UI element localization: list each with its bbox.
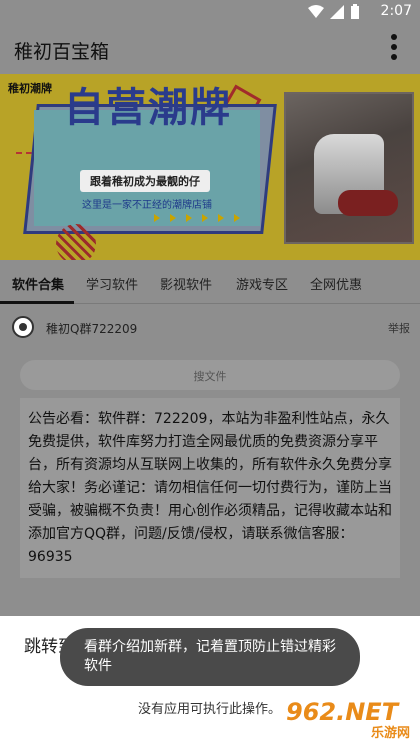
watermark-logo: 962.NET 乐游网 bbox=[280, 698, 412, 741]
banner-headline: 自营潮牌 bbox=[64, 85, 232, 131]
app-bar: 稚初百宝箱 bbox=[0, 24, 420, 74]
toast-message: 看群介绍加新群，记着置顶防止错过精彩软件 bbox=[60, 628, 360, 686]
tab-deals[interactable]: 全网优惠 bbox=[310, 274, 362, 293]
tab-video-software[interactable]: 影视软件 bbox=[160, 274, 212, 293]
sneaker-photo bbox=[284, 92, 414, 244]
more-vert-icon[interactable] bbox=[390, 34, 398, 64]
signal-icon bbox=[330, 5, 344, 19]
app-title: 稚初百宝箱 bbox=[14, 41, 110, 63]
no-app-message: 没有应用可执行此操作。 bbox=[138, 702, 282, 717]
status-time: 2:07 bbox=[380, 3, 412, 19]
search-placeholder: 搜文件 bbox=[193, 370, 227, 383]
banner-corner-label: 稚初潮牌 bbox=[8, 82, 52, 95]
avatar bbox=[12, 316, 34, 338]
tab-software-collection[interactable]: 软件合集 bbox=[12, 274, 64, 293]
announcement-card: 公告必看：软件群：722209，本站为非盈利性站点，永久免费提供，软件库努力打造… bbox=[20, 398, 400, 578]
banner-subline: 这里是一家不正经的潮牌店铺 bbox=[82, 200, 212, 211]
sneaker-sole bbox=[338, 190, 398, 216]
tab-learning-software[interactable]: 学习软件 bbox=[86, 274, 138, 293]
battery-icon bbox=[351, 4, 359, 19]
promo-banner[interactable]: 稚初潮牌 自营潮牌 跟着稚初成为最靓的仔 这里是一家不正经的潮牌店铺 bbox=[0, 74, 420, 260]
status-bar: 2:07 bbox=[0, 0, 420, 24]
tab-game-zone[interactable]: 游戏专区 bbox=[236, 274, 288, 293]
announcement-text: 公告必看：软件群：722209，本站为非盈利性站点，永久免费提供，软件库努力打造… bbox=[28, 411, 392, 565]
decor-stripes bbox=[56, 224, 96, 260]
status-icons bbox=[308, 4, 360, 20]
search-field[interactable]: 搜文件 bbox=[20, 360, 400, 390]
banner-arrows bbox=[154, 214, 240, 222]
toast-text: 看群介绍加新群，记着置顶防止错过精彩软件 bbox=[84, 639, 336, 674]
main-content: 稚初Q群722209 举报 搜文件 公告必看：软件群：722209，本站为非盈利… bbox=[0, 304, 420, 616]
watermark-sub: 乐游网 bbox=[370, 726, 410, 741]
category-tabs: 软件合集 学习软件 影视软件 游戏专区 全网优惠 bbox=[0, 260, 420, 304]
wifi-icon bbox=[308, 5, 324, 18]
group-row[interactable]: 稚初Q群722209 举报 bbox=[0, 312, 420, 342]
group-name: 稚初Q群722209 bbox=[46, 322, 138, 336]
report-link[interactable]: 举报 bbox=[388, 320, 410, 336]
banner-tagline: 跟着稚初成为最靓的仔 bbox=[80, 170, 210, 192]
